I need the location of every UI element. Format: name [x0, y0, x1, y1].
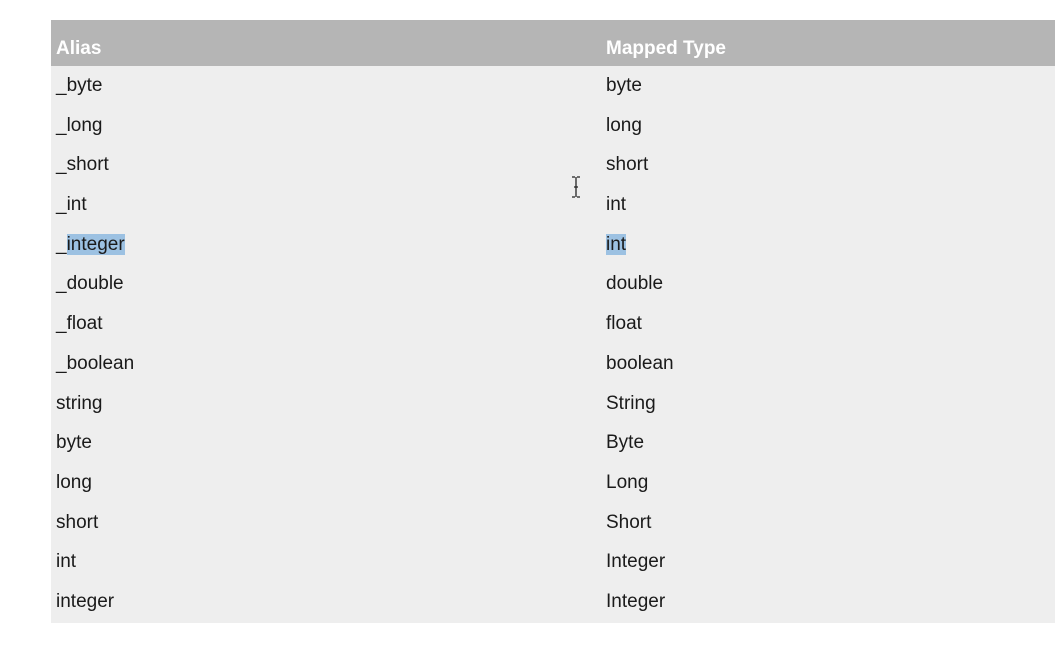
alias-cell[interactable]: _byte [56, 74, 102, 98]
table-row: _float float [51, 304, 1055, 344]
selected-text[interactable]: integer [66, 233, 125, 255]
mapped-type-cell[interactable]: boolean [606, 352, 674, 376]
alias-cell[interactable]: _int [56, 193, 87, 217]
mapped-type-cell[interactable]: byte [606, 74, 642, 98]
mapped-type-cell[interactable]: Long [606, 471, 648, 495]
alias-prefix: _ [56, 233, 67, 255]
table-row: short Short [51, 503, 1055, 543]
mapped-type-cell[interactable]: Byte [606, 431, 644, 455]
alias-cell[interactable]: _double [56, 272, 124, 296]
table-row: _long long [51, 106, 1055, 146]
table-row: byte Byte [51, 423, 1055, 463]
table-header: Alias Mapped Type [51, 20, 1055, 66]
alias-cell[interactable]: integer [56, 590, 114, 614]
alias-cell[interactable]: _short [56, 153, 109, 177]
mapped-type-cell[interactable]: short [606, 153, 648, 177]
alias-cell[interactable]: string [56, 392, 102, 416]
mapped-type-cell[interactable]: int [606, 233, 627, 257]
alias-cell[interactable]: int [56, 550, 76, 574]
mapped-type-cell[interactable]: Integer [606, 590, 665, 614]
alias-cell[interactable]: _long [56, 114, 103, 138]
mapped-type-cell[interactable]: Integer [606, 550, 665, 574]
header-mapped-type: Mapped Type [606, 38, 726, 59]
table-row: _double double [51, 264, 1055, 304]
table-row: integer Integer [51, 582, 1055, 622]
alias-cell[interactable]: byte [56, 431, 92, 455]
alias-cell[interactable]: long [56, 471, 92, 495]
alias-cell[interactable]: _integer [56, 233, 125, 257]
mapped-type-cell[interactable]: Short [606, 511, 651, 535]
table-row: int Integer [51, 542, 1055, 582]
table-row: _short short [51, 145, 1055, 185]
table-row: long Long [51, 463, 1055, 503]
alias-cell[interactable]: _float [56, 312, 102, 336]
mapped-type-cell[interactable]: long [606, 114, 642, 138]
alias-cell[interactable]: short [56, 511, 98, 535]
table-row: _int int [51, 185, 1055, 225]
table-row: string String [51, 384, 1055, 424]
alias-mapping-table: Alias Mapped Type _byte byte _long long … [51, 20, 1055, 623]
table-row: _boolean boolean [51, 344, 1055, 384]
table-row-selected: _integer int [51, 225, 1055, 265]
mapped-type-cell[interactable]: double [606, 272, 663, 296]
mapped-type-cell[interactable]: float [606, 312, 642, 336]
header-alias: Alias [56, 38, 102, 59]
mapped-type-cell[interactable]: String [606, 392, 656, 416]
table-body: _byte byte _long long _short short _int … [51, 66, 1055, 623]
mapped-type-cell[interactable]: int [606, 193, 626, 217]
selected-text[interactable]: int [606, 233, 627, 255]
alias-cell[interactable]: _boolean [56, 352, 134, 376]
table-row: _byte byte [51, 66, 1055, 106]
